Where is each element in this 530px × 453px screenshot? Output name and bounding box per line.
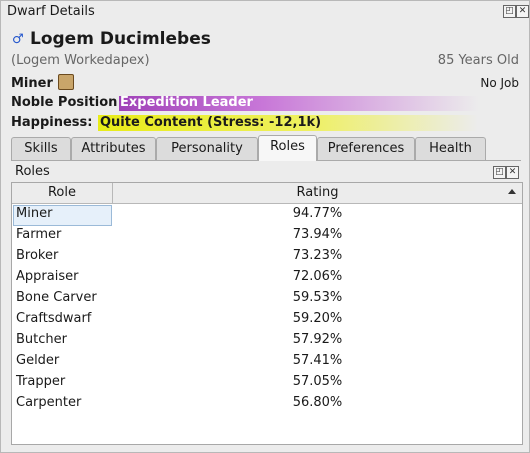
dwarf-details-panel: Dwarf Details ◰ ✕ ♂ Logem Ducimlebes (Lo… <box>0 0 530 453</box>
table-row[interactable]: Bone Carver 59.53% <box>12 288 522 309</box>
role-cell: Miner <box>16 206 53 221</box>
column-header-rating[interactable]: Rating <box>113 183 522 204</box>
roles-restore-icon[interactable]: ◰ <box>493 166 506 179</box>
table-row[interactable]: Appraiser 72.06% <box>12 267 522 288</box>
role-cell: Butcher <box>16 332 67 347</box>
window-title: Dwarf Details <box>7 4 95 19</box>
tab-personality[interactable]: Personality <box>156 137 258 160</box>
current-job: No Job <box>480 76 519 90</box>
rating-header-label: Rating <box>296 185 339 200</box>
tab-preferences[interactable]: Preferences <box>317 137 415 160</box>
role-cell: Trapper <box>16 374 66 389</box>
title-bar: Dwarf Details ◰ ✕ <box>1 1 529 23</box>
male-icon: ♂ <box>12 32 24 47</box>
rating-cell: 73.23% <box>292 248 343 263</box>
table-row[interactable]: Farmer 73.94% <box>12 225 522 246</box>
table-row[interactable]: Miner 94.77% <box>12 204 522 226</box>
rating-cell: 57.41% <box>292 353 343 368</box>
role-cell: Craftsdwarf <box>16 311 92 326</box>
role-cell: Carpenter <box>16 395 82 410</box>
tab-skills[interactable]: Skills <box>11 137 71 160</box>
rating-cell: 72.06% <box>292 269 343 284</box>
happiness-value: Quite Content (Stress: -12,1k) <box>100 115 322 130</box>
table-row[interactable]: Gelder 57.41% <box>12 351 522 372</box>
rating-cell: 59.53% <box>292 290 343 305</box>
table-row[interactable]: Trapper 57.05% <box>12 372 522 393</box>
table-row[interactable]: Butcher 57.92% <box>12 330 522 351</box>
noble-position-value: Expedition Leader <box>120 95 253 110</box>
close-icon[interactable]: ✕ <box>516 5 529 18</box>
sort-arrow-icon <box>508 189 516 194</box>
noble-position-label: Noble Position <box>11 95 118 110</box>
dwarf-nickname: (Logem Workedapex) <box>11 53 150 68</box>
role-cell: Broker <box>16 248 59 263</box>
roles-panel-title: Roles <box>15 164 50 179</box>
table-row[interactable]: Craftsdwarf 59.20% <box>12 309 522 330</box>
profession-label: Miner <box>11 76 53 91</box>
role-cell: Gelder <box>16 353 60 368</box>
tab-roles[interactable]: Roles <box>258 135 317 161</box>
roles-table: Role Rating Miner 94.77% Farmer 73.94% B… <box>11 182 523 445</box>
rating-cell: 57.05% <box>292 374 343 389</box>
miner-icon <box>58 74 74 90</box>
happiness-label: Happiness: <box>11 115 93 130</box>
dwarf-name: Logem Ducimlebes <box>30 29 211 49</box>
table-row[interactable]: Broker 73.23% <box>12 246 522 267</box>
tab-attributes[interactable]: Attributes <box>71 137 156 160</box>
rating-cell: 57.92% <box>292 332 343 347</box>
tab-health[interactable]: Health <box>415 137 486 160</box>
dwarf-age: 85 Years Old <box>437 53 519 68</box>
roles-close-icon[interactable]: ✕ <box>506 166 519 179</box>
role-cell: Bone Carver <box>16 290 97 305</box>
table-row[interactable]: Carpenter 56.80% <box>12 393 522 414</box>
rating-cell: 56.80% <box>292 395 343 410</box>
rating-cell: 59.20% <box>292 311 343 326</box>
rating-cell: 94.77% <box>292 206 343 221</box>
restore-icon[interactable]: ◰ <box>503 5 516 18</box>
role-cell: Farmer <box>16 227 62 242</box>
column-header-role[interactable]: Role <box>12 183 113 204</box>
role-cell: Appraiser <box>16 269 79 284</box>
rating-cell: 73.94% <box>292 227 343 242</box>
